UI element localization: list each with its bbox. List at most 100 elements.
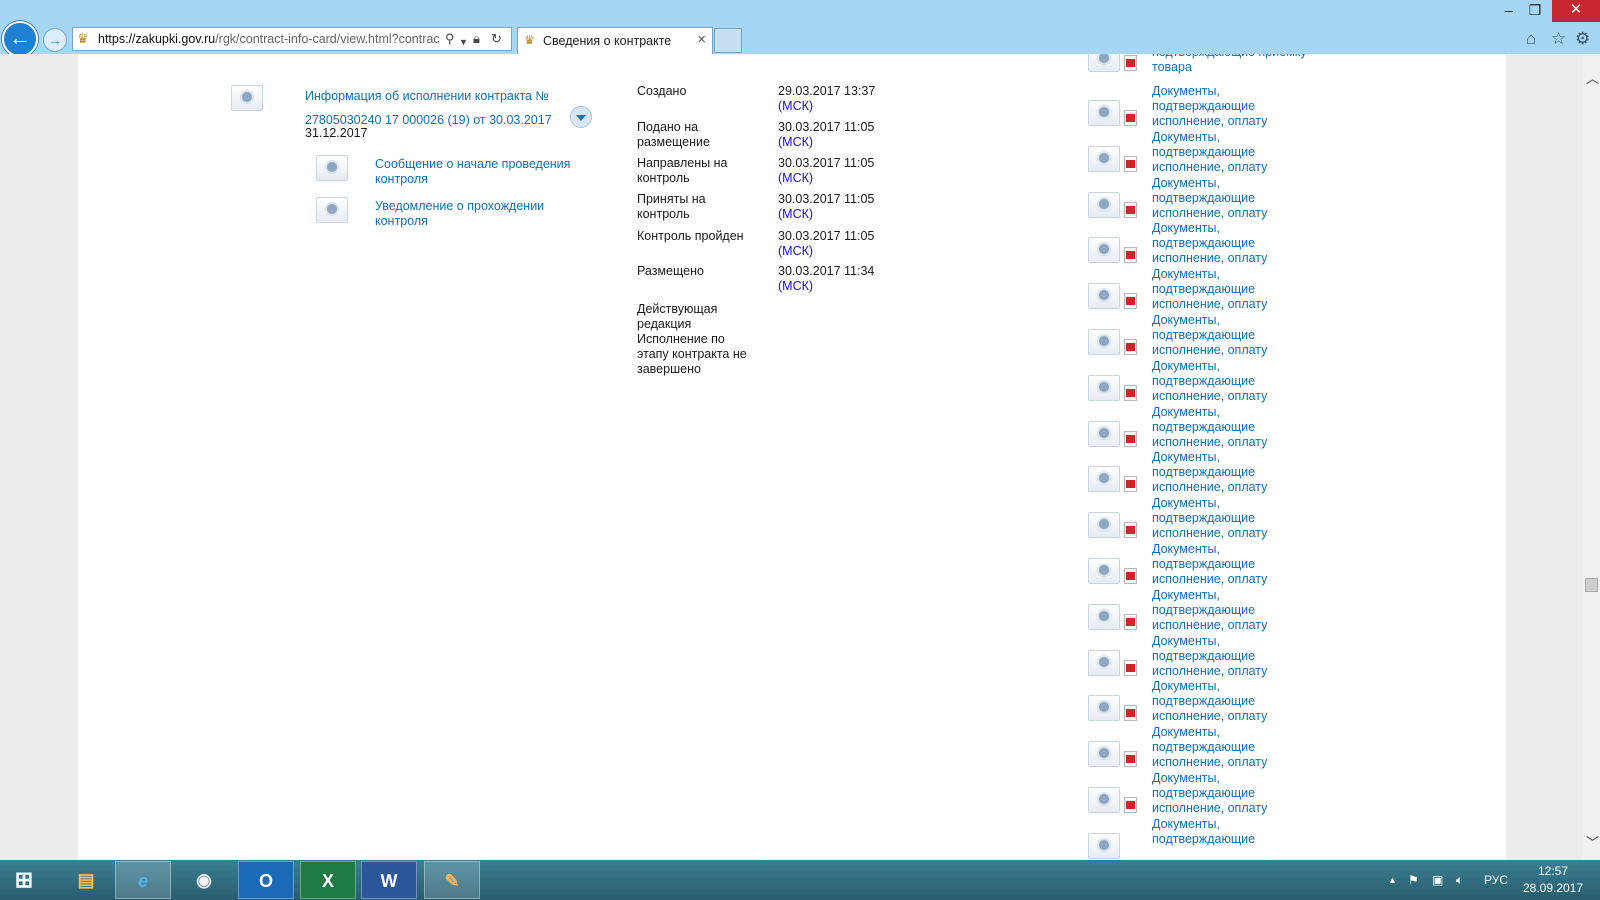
status-datetime: 30.03.2017 11:05 (МСК) [778, 120, 918, 150]
certificate-icon[interactable] [1088, 374, 1120, 401]
excel-icon[interactable]: X [300, 861, 356, 899]
address-bar[interactable]: ♛ https://zakupki.gov.ru/rgk/contract-in… [72, 27, 512, 51]
certificate-icon[interactable] [1088, 283, 1120, 310]
document-link[interactable]: Документы, подтверждающие исполнение, оп… [1152, 84, 1312, 129]
certificate-icon[interactable] [1088, 54, 1120, 72]
document-link[interactable]: Документы, подтверждающие исполнение, оп… [1152, 221, 1312, 266]
network-icon[interactable]: ▣ [1432, 860, 1443, 900]
document-link[interactable]: Документы, подтверждающие исполнение, оп… [1152, 313, 1312, 358]
home-icon[interactable]: ⌂ [1526, 29, 1536, 49]
pdf-icon[interactable] [1124, 751, 1137, 768]
chrome-icon[interactable]: ◉ [176, 861, 232, 899]
certificate-icon[interactable] [231, 85, 263, 111]
pdf-icon[interactable] [1124, 476, 1137, 493]
certificate-icon[interactable] [1088, 191, 1120, 218]
expand-chevron-icon[interactable] [570, 106, 592, 128]
certificate-icon[interactable] [1088, 649, 1120, 676]
settings-gear-icon[interactable]: ⚙ [1575, 29, 1590, 49]
certificate-icon[interactable] [1088, 466, 1120, 493]
document-link[interactable]: Документы, подтверждающие исполнение, оп… [1152, 634, 1312, 679]
forward-button[interactable]: → [43, 28, 67, 52]
pdf-icon[interactable] [1124, 247, 1137, 264]
paint-icon[interactable]: ✎ [424, 861, 480, 899]
document-link[interactable]: Документы, подтверждающие исполнение, оп… [1152, 359, 1312, 404]
tab-contract-info[interactable]: ♛ Сведения о контракте × [517, 27, 713, 54]
document-link[interactable]: Документы, подтверждающие исполнение, оп… [1152, 496, 1312, 541]
execution-info-link[interactable]: Информация об исполнении контракта № 278… [305, 84, 570, 132]
pdf-icon[interactable] [1124, 430, 1137, 447]
lock-icon[interactable]: 🔒︎ [473, 31, 480, 47]
new-tab-button[interactable] [714, 28, 742, 53]
close-window-button[interactable]: ✕ [1552, 0, 1600, 22]
pdf-icon[interactable] [1124, 659, 1137, 676]
certificate-icon[interactable] [1088, 832, 1120, 859]
word-icon[interactable]: W [361, 861, 417, 899]
file-explorer-icon[interactable]: ▤ [58, 861, 114, 899]
certificate-icon[interactable] [316, 155, 348, 181]
certificate-icon[interactable] [1088, 329, 1120, 355]
document-link[interactable]: подтверждающие приемку товара [1152, 54, 1312, 75]
certificate-icon[interactable] [1088, 603, 1120, 630]
certificate-icon[interactable] [1088, 237, 1120, 264]
pdf-icon[interactable] [1124, 568, 1137, 584]
status-datetime: 29.03.2017 13:37 (МСК) [778, 84, 918, 114]
certificate-icon[interactable] [1088, 420, 1120, 447]
system-clock[interactable]: 12:57 28.09.2017 [1518, 863, 1588, 897]
pdf-icon[interactable] [1124, 613, 1137, 630]
search-icon[interactable]: ⚲ [445, 31, 455, 47]
document-link[interactable]: Документы, подтверждающие исполнение, оп… [1152, 588, 1312, 633]
certificate-icon[interactable] [1088, 787, 1120, 813]
tray-overflow-icon[interactable]: ▲ [1388, 860, 1397, 900]
certificate-icon[interactable] [1088, 512, 1120, 539]
pdf-icon[interactable] [1124, 384, 1137, 401]
pdf-icon[interactable] [1124, 201, 1137, 218]
windows-start-icon[interactable]: ⊞ [6, 861, 42, 899]
certificate-icon[interactable] [1088, 741, 1120, 768]
vertical-scrollbar[interactable]: ︿ ﹀ [1583, 54, 1600, 860]
certificate-icon[interactable] [1088, 558, 1120, 584]
scroll-down-icon[interactable]: ﹀ [1586, 832, 1599, 851]
document-link[interactable]: Документы, подтверждающие исполнение, оп… [1152, 130, 1312, 175]
document-link[interactable]: Документы, подтверждающие исполнение, оп… [1152, 405, 1312, 450]
pdf-icon[interactable] [1124, 55, 1137, 71]
status-datetime: 30.03.2017 11:05 (МСК) [778, 192, 918, 222]
document-link[interactable]: Документы, подтверждающие исполнение, оп… [1152, 679, 1312, 724]
url-text[interactable]: https://zakupki.gov.ru/rgk/contract-info… [98, 32, 443, 46]
scroll-thumb[interactable] [1585, 578, 1598, 592]
certificate-icon[interactable] [1088, 100, 1120, 126]
scroll-up-icon[interactable]: ︿ [1586, 68, 1599, 87]
control-passed-notice-link[interactable]: Уведомление о прохождении контроля [375, 199, 575, 229]
status-date: 30.03.2017 11:05 [778, 229, 875, 243]
internet-explorer-icon[interactable]: e [115, 861, 171, 899]
pdf-icon[interactable] [1124, 522, 1137, 539]
control-start-message-link[interactable]: Сообщение о начале проведения контроля [375, 157, 575, 187]
pdf-icon[interactable] [1124, 293, 1137, 310]
certificate-icon[interactable] [316, 197, 348, 223]
document-link[interactable]: Документы, подтверждающие исполнение, оп… [1152, 542, 1312, 587]
document-link[interactable]: Документы, подтверждающие исполнение, оп… [1152, 771, 1312, 816]
pdf-icon[interactable] [1124, 110, 1137, 126]
pdf-icon[interactable] [1124, 155, 1137, 172]
document-link[interactable]: Документы, подтверждающие исполнение, оп… [1152, 176, 1312, 221]
favorites-star-icon[interactable]: ☆ [1551, 29, 1566, 49]
close-tab-icon[interactable]: × [697, 31, 706, 48]
restore-button[interactable]: ❐ [1518, 0, 1552, 22]
pdf-icon[interactable] [1124, 339, 1137, 355]
document-link[interactable]: Документы, подтверждающие исполнение, оп… [1152, 725, 1312, 770]
refresh-icon[interactable]: ↻ [491, 31, 502, 47]
pdf-icon[interactable] [1124, 797, 1137, 813]
keyboard-language[interactable]: РУС [1484, 860, 1508, 900]
dropdown-arrow-icon[interactable]: ▼ [459, 34, 468, 50]
clock-date: 28.09.2017 [1522, 881, 1584, 895]
certificate-icon[interactable] [1088, 695, 1120, 722]
outlook-icon[interactable]: O [238, 861, 294, 899]
document-link[interactable]: Документы, подтверждающие исполнение, оп… [1152, 450, 1312, 495]
page-viewport: Информация об исполнении контракта № 278… [0, 54, 1583, 860]
certificate-icon[interactable] [1088, 145, 1120, 172]
back-button[interactable]: ← [2, 21, 38, 57]
volume-muted-icon[interactable]: 🔈︎ [1456, 860, 1463, 900]
document-link[interactable]: Документы, подтверждающие [1152, 817, 1312, 847]
action-center-flag-icon[interactable]: ⚑ [1408, 860, 1419, 900]
pdf-icon[interactable] [1124, 705, 1137, 722]
document-link[interactable]: Документы, подтверждающие исполнение, оп… [1152, 267, 1312, 312]
